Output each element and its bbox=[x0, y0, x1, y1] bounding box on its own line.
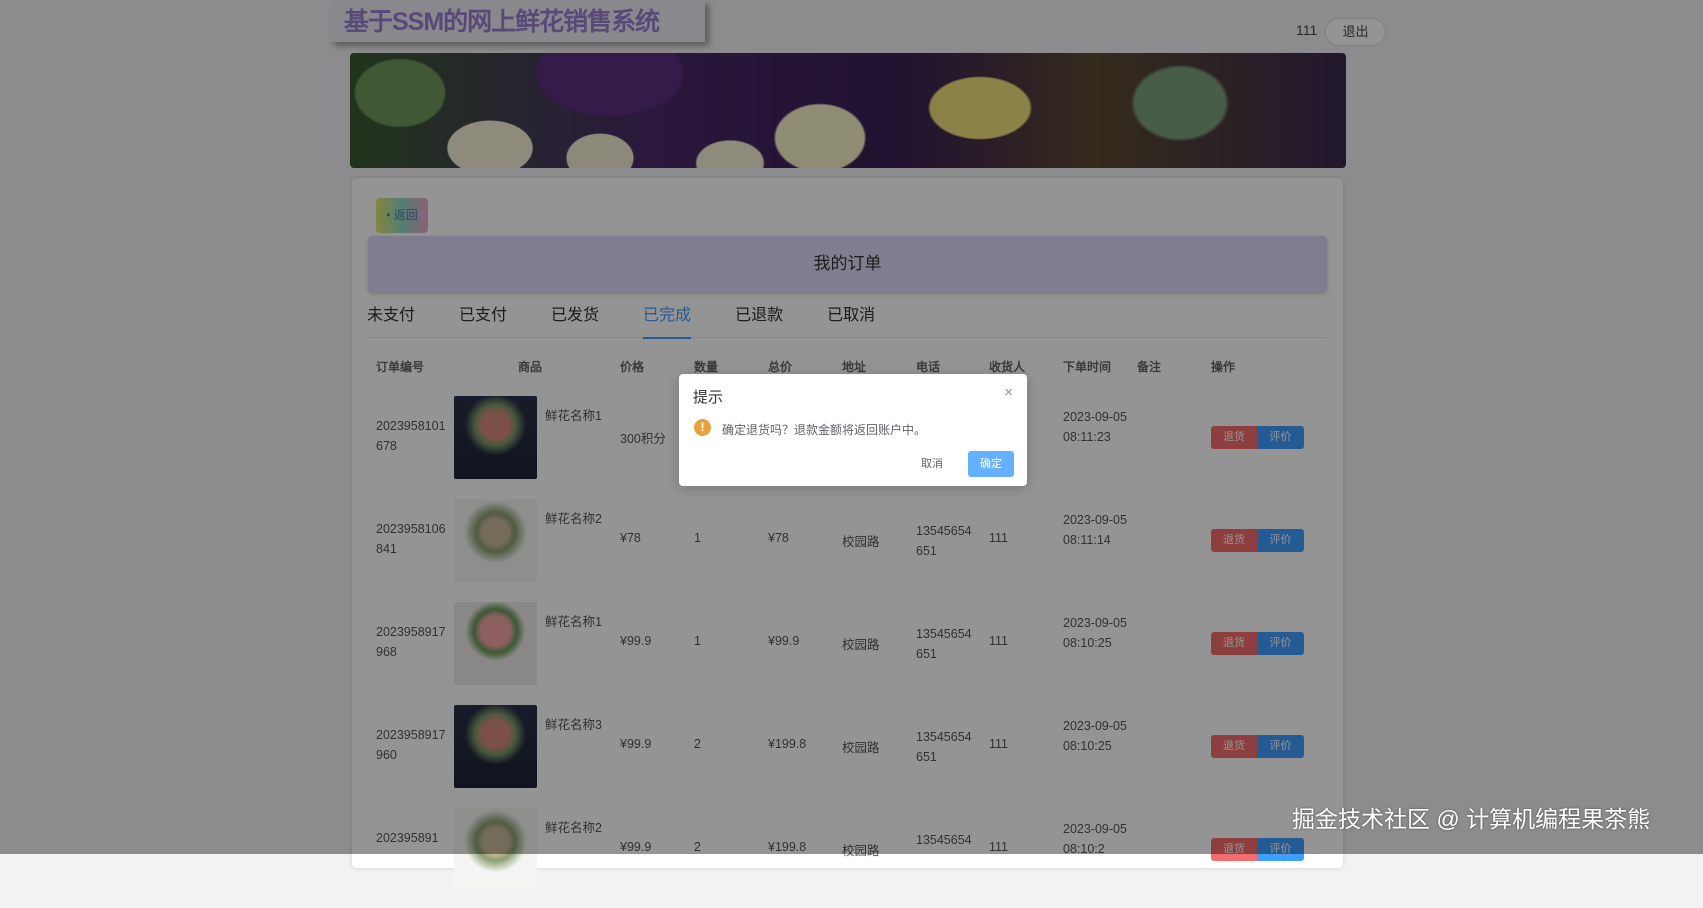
close-icon[interactable]: × bbox=[1004, 384, 1013, 401]
cancel-button[interactable]: 取消 bbox=[912, 452, 952, 476]
watermark: 掘金技术社区 @ 计算机编程果茶熊 bbox=[1292, 806, 1651, 832]
dialog-title: 提示 bbox=[693, 389, 724, 406]
confirm-dialog: 提示 × ! 确定退货吗？退款金额将返回账户中。 取消 确定 bbox=[679, 374, 1027, 486]
warning-icon: ! bbox=[694, 419, 711, 436]
dialog-message: 确定退货吗？退款金额将返回账户中。 bbox=[722, 423, 927, 437]
confirm-button[interactable]: 确定 bbox=[968, 451, 1014, 477]
